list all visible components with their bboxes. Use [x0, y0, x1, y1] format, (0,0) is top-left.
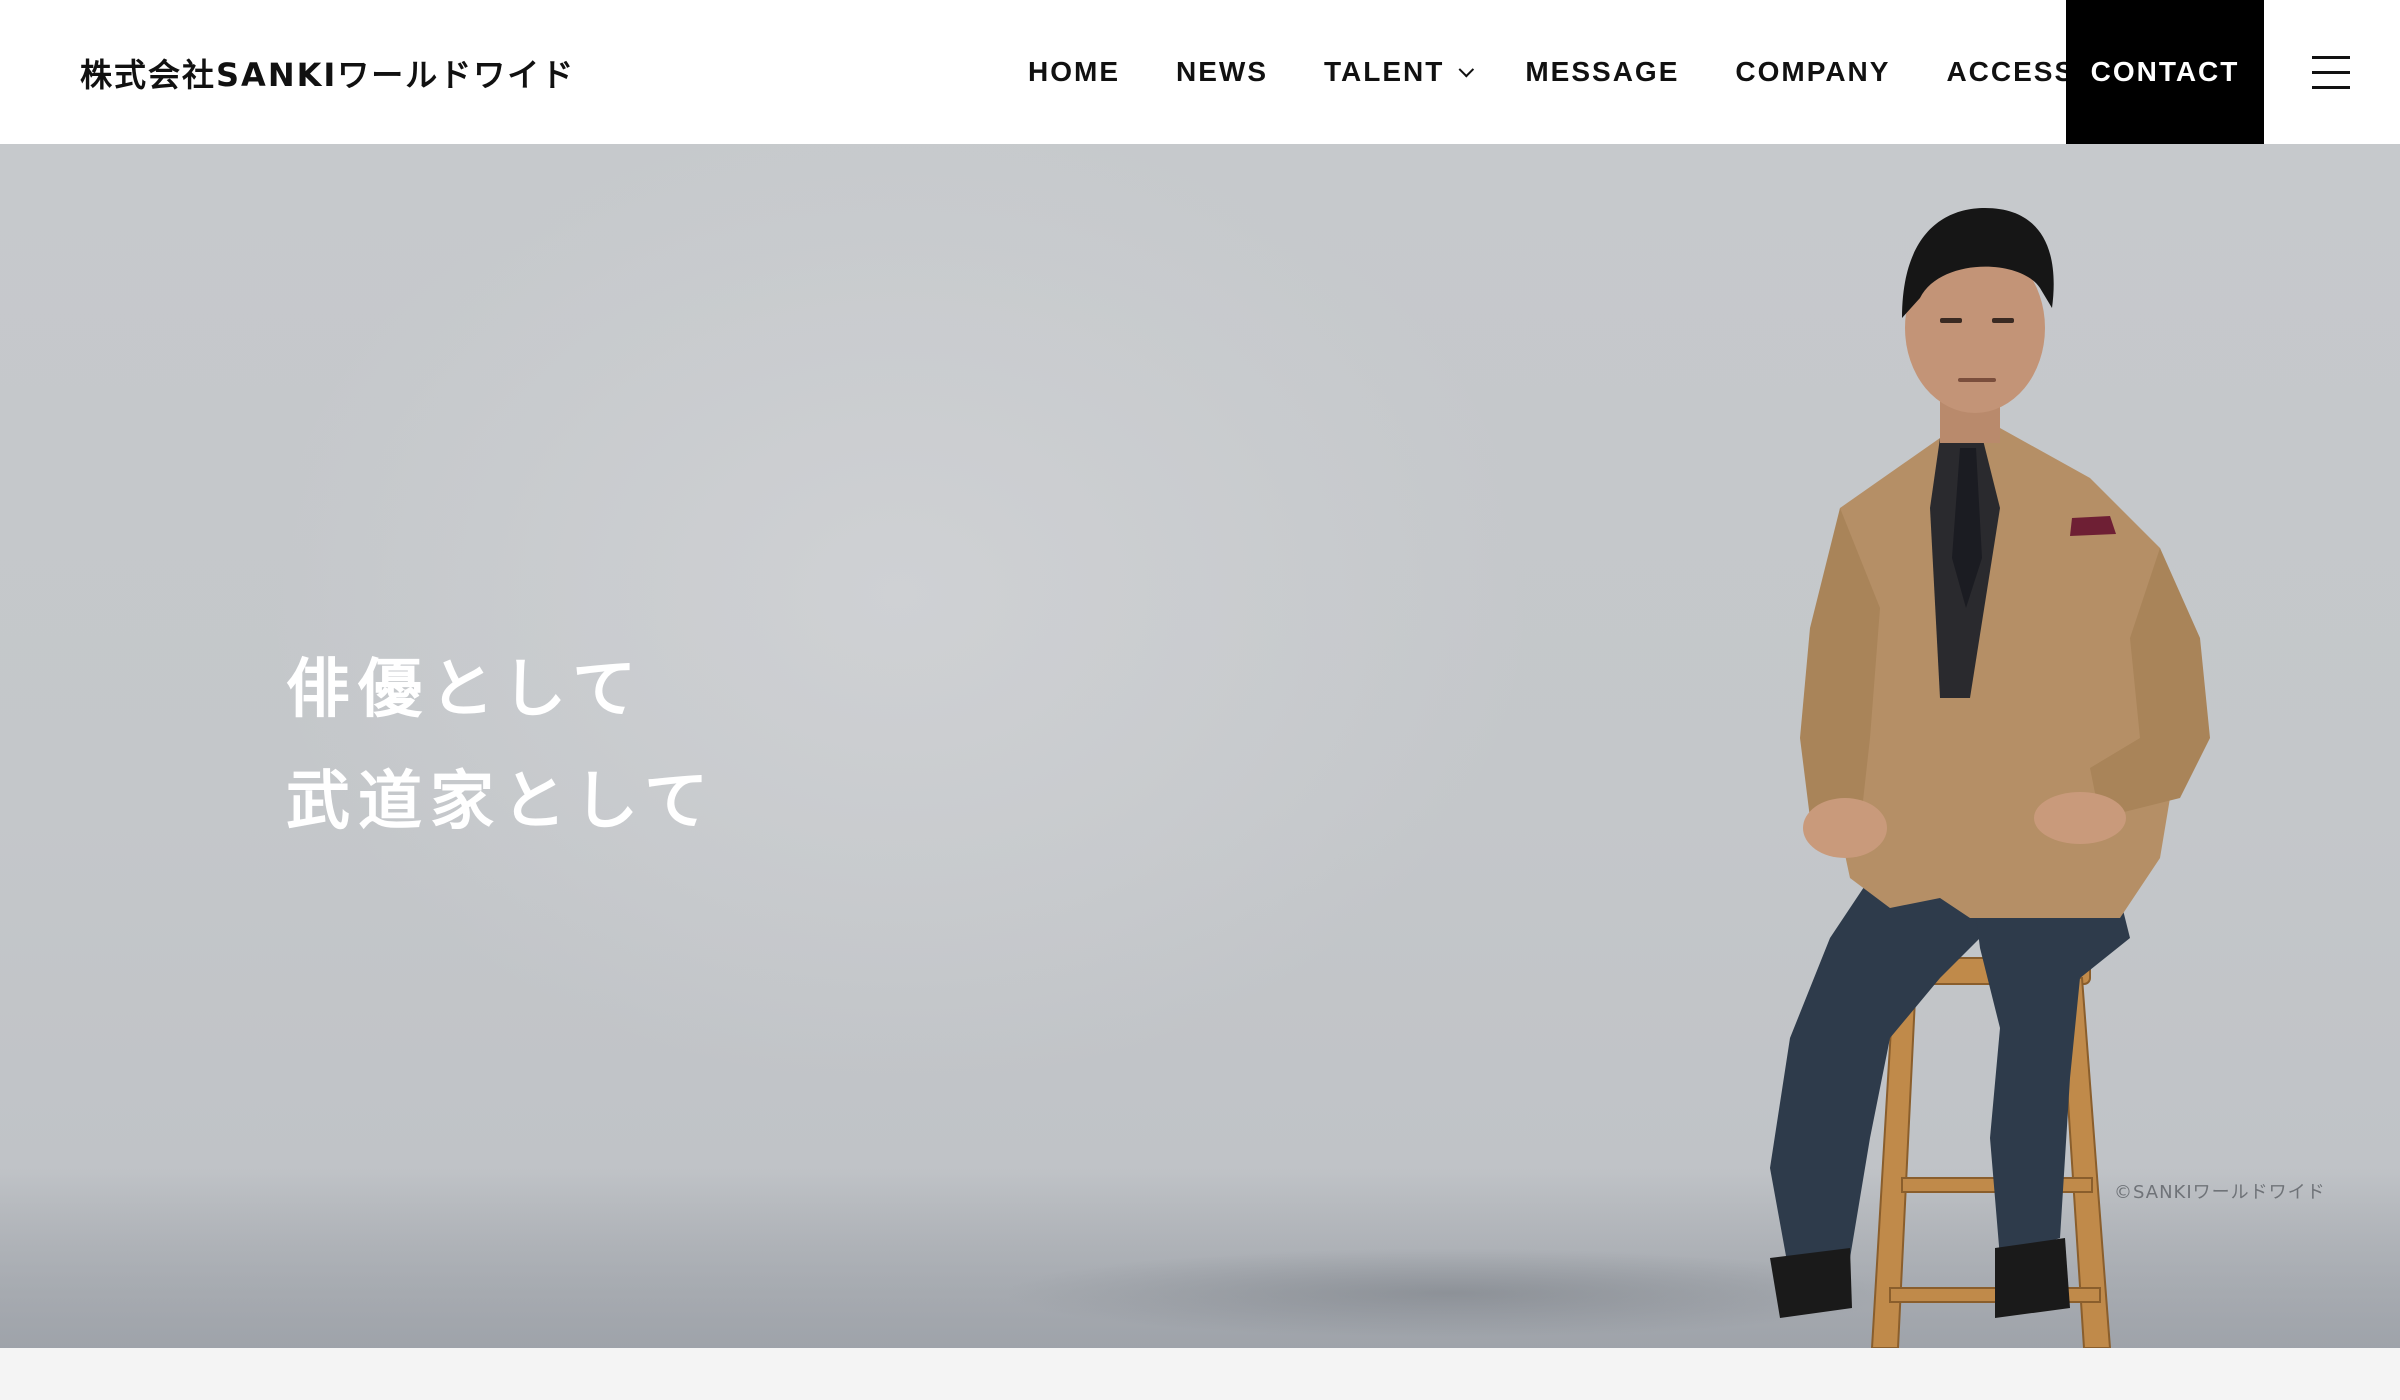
hero-tagline: 俳優として 武道家として: [286, 634, 716, 858]
chevron-down-icon: [1458, 61, 1475, 77]
photo-credit: ©SANKIワールドワイド: [2114, 1182, 2326, 1203]
hamburger-bar: [2312, 71, 2350, 74]
nav-news[interactable]: NEWS: [1148, 0, 1296, 144]
shoe: [1770, 1248, 1852, 1318]
nav-contact-button[interactable]: CONTACT: [2066, 0, 2264, 144]
nav-talent[interactable]: TALENT: [1296, 0, 1497, 144]
shoe: [1995, 1238, 2070, 1318]
left-hand: [1803, 798, 1887, 858]
site-logo[interactable]: 株式会社SANKIワールドワイド: [80, 50, 575, 96]
page-bottom-band: [0, 1348, 2400, 1400]
pocket-square: [2070, 516, 2116, 536]
site-header: 株式会社SANKIワールドワイド HOME NEWS TALENT MESSAG…: [0, 0, 2400, 144]
right-hand: [2034, 792, 2126, 844]
nav-company[interactable]: COMPANY: [1707, 0, 1918, 144]
nav-home[interactable]: HOME: [1000, 0, 1148, 144]
nav-talent-label: TALENT: [1324, 56, 1445, 87]
hamburger-bar: [2312, 86, 2350, 89]
hamburger-icon[interactable]: [2312, 54, 2350, 92]
main-nav: HOME NEWS TALENT MESSAGE COMPANY ACCESS: [1000, 0, 2103, 144]
hero-section: 俳優として 武道家として ©SANKIワールドワイド: [0, 144, 2400, 1348]
hero-portrait-image: [1770, 208, 2210, 1348]
hero-tagline-line-2: 武道家として: [286, 765, 717, 839]
nav-message[interactable]: MESSAGE: [1497, 0, 1707, 144]
hero-tagline-line-1: 俳優として: [286, 653, 645, 727]
hamburger-bar: [2312, 56, 2350, 59]
